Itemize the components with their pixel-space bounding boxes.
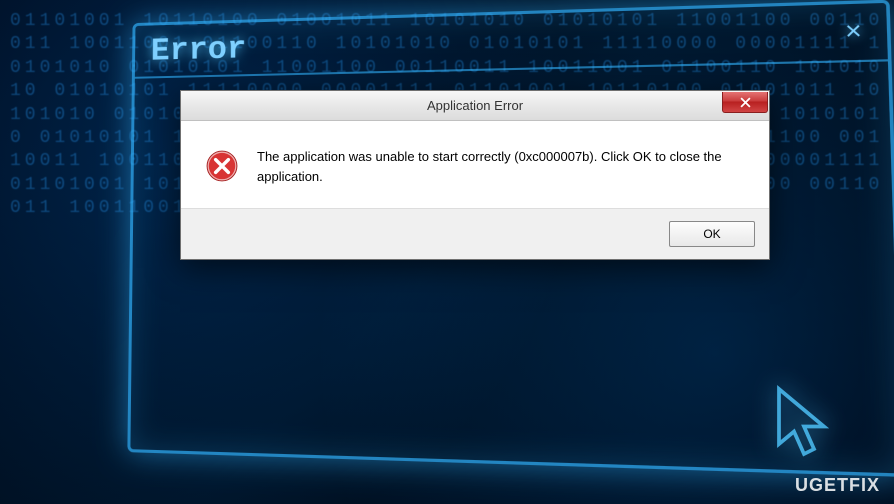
cursor-icon [774,384,834,464]
background-close-glyph: × [836,16,870,47]
dialog-body: The application was unable to start corr… [181,121,769,208]
dialog-message: The application was unable to start corr… [257,147,745,186]
close-icon [740,97,751,108]
ok-button[interactable]: OK [669,221,755,247]
close-button[interactable] [722,92,768,113]
dialog-titlebar[interactable]: Application Error [181,91,769,121]
error-icon [205,149,239,183]
dialog-footer: OK [181,208,769,259]
watermark-text: UGETFIX [795,475,880,496]
dialog-title: Application Error [427,98,523,113]
error-dialog: Application Error The application was un… [180,90,770,260]
